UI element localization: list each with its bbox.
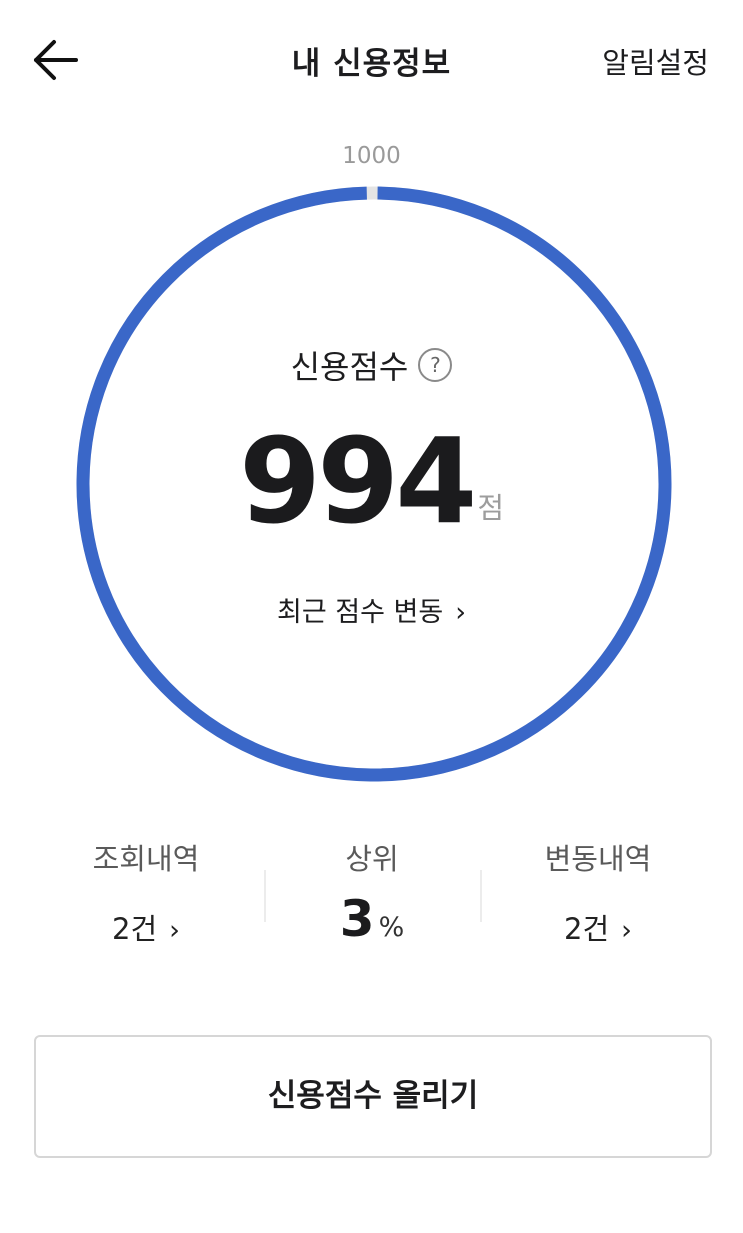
score-unit: 점 — [477, 491, 504, 525]
stat-rank-number: 3 — [339, 890, 375, 948]
stats-row: 조회내역 2건 › 상위 3% 변동내역 2건 › — [0, 836, 743, 966]
header: 내 신용정보 알림설정 — [0, 0, 743, 120]
stat-changes-value[interactable]: 2건 › — [478, 906, 718, 948]
notification-settings-link[interactable]: 알림설정 — [602, 40, 709, 82]
recent-score-change-label: 최근 점수 변동 — [276, 597, 444, 628]
stat-inquiries-label: 조회내역 — [92, 842, 200, 876]
stat-rank-unit: % — [378, 912, 405, 943]
chevron-right-icon: › — [169, 915, 180, 946]
score-label-row: 신용점수? — [0, 342, 743, 388]
stat-changes-count: 2건 — [564, 912, 610, 946]
stat-changes: 변동내역 2건 › — [478, 836, 718, 948]
chevron-right-icon: › — [455, 597, 467, 628]
score-value: 994 — [238, 412, 477, 550]
gauge-max-label: 1000 — [342, 143, 401, 169]
stat-changes-label: 변동내역 — [544, 842, 652, 876]
stat-inquiries: 조회내역 2건 › — [26, 836, 266, 948]
stat-inquiries-value[interactable]: 2건 › — [26, 906, 266, 948]
recent-score-change-link[interactable]: 최근 점수 변동 › — [0, 590, 743, 629]
raise-score-button[interactable]: 신용점수 올리기 — [34, 1035, 712, 1158]
stat-inquiries-count: 2건 — [112, 912, 158, 946]
stat-rank: 상위 3% — [252, 836, 492, 948]
help-icon[interactable]: ? — [418, 348, 453, 382]
chevron-right-icon: › — [621, 915, 632, 946]
score-label: 신용점수 — [290, 348, 409, 386]
score-row: 994 점 — [0, 422, 743, 540]
stat-rank-label: 상위 — [345, 842, 399, 876]
stat-rank-value: 3% — [252, 890, 492, 948]
